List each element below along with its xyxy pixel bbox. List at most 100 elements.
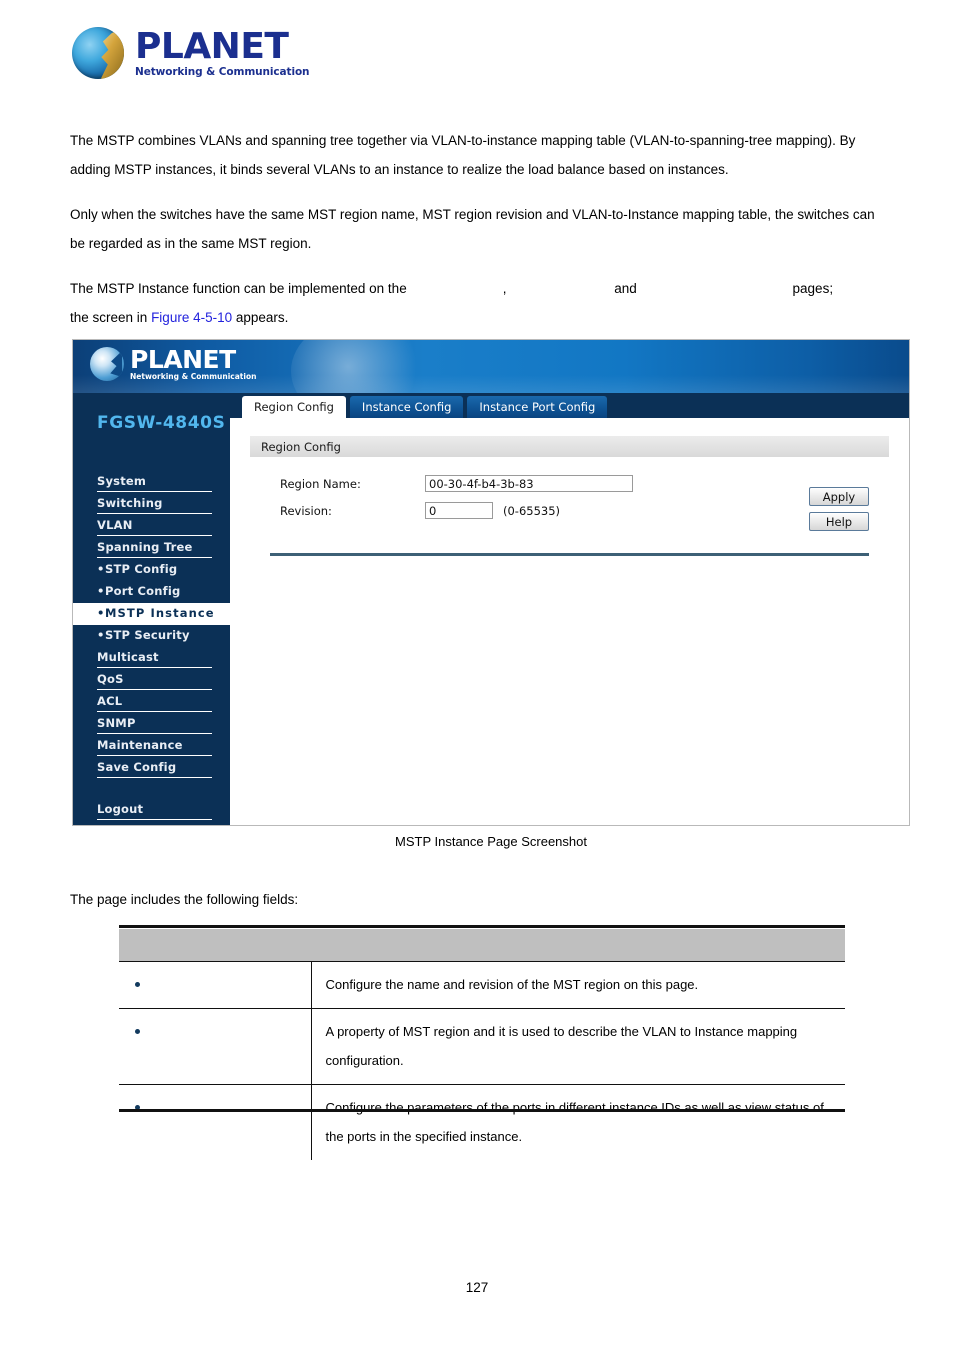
field-description-cell: A property of MST region and it is used … (311, 1007, 845, 1084)
sidebar-item-stp-security[interactable]: •STP Security (73, 625, 230, 647)
screen-prefix: the screen in (70, 310, 148, 325)
implemented-comma: , (502, 281, 507, 296)
tab-label: Instance Config (361, 400, 452, 414)
switch-content-area: Region Config Instance Config Instance P… (230, 393, 909, 825)
form-button-column: Apply Help (789, 475, 889, 531)
help-button[interactable]: Help (809, 512, 869, 531)
tab-label: Instance Port Config (479, 400, 596, 414)
table-bottom-rule (119, 1109, 845, 1112)
figure-caption: MSTP Instance Page Screenshot (72, 834, 910, 849)
switch-ui-screenshot: PLANET Networking & Communication FGSW-4… (72, 339, 910, 826)
bullet-icon (135, 1028, 140, 1034)
sidebar-item-label: Maintenance (97, 738, 183, 752)
sidebar-item-system[interactable]: System (73, 471, 230, 493)
table-row: A property of MST region and it is used … (119, 1007, 845, 1084)
field-description-cell: Configure the name and revision of the M… (311, 960, 845, 1008)
region-config-panel: Region Config Region Name: Revision: (0-… (230, 418, 909, 556)
column-header-description (311, 929, 845, 961)
switch-banner-logo: PLANET Networking & Communication (90, 347, 256, 381)
sidebar-item-maintenance[interactable]: Maintenance (73, 735, 230, 757)
implemented-prefix: The MSTP Instance function can be implem… (70, 281, 407, 296)
switch-brand-name: PLANET (130, 345, 236, 375)
device-model-label: FGSW-4840S (97, 413, 226, 433)
brand-tagline: Networking & Communication (135, 65, 310, 78)
sidebar-item-label: Save Config (97, 760, 177, 774)
switch-brand-tagline: Networking & Communication (130, 372, 257, 382)
panel-divider (270, 553, 869, 556)
sidebar-item-logout[interactable]: Logout (73, 799, 230, 821)
sidebar-item-label: QoS (97, 672, 124, 686)
sidebar-item-label: Spanning Tree (97, 540, 193, 554)
implemented-and: and (614, 281, 637, 296)
field-name-cell (119, 960, 312, 1008)
field-description-cell: Configure the parameters of the ports in… (311, 1083, 845, 1160)
switch-ui-body: FGSW-4840S System Switching VLAN Spannin… (73, 393, 909, 825)
table-row: Configure the parameters of the ports in… (119, 1083, 845, 1160)
sidebar-item-label: System (97, 474, 147, 488)
sidebar-item-label: STP Config (105, 562, 178, 576)
figure-link[interactable]: Figure 4-5-10 (151, 310, 232, 325)
paragraph-1: The MSTP combines VLANs and spanning tre… (70, 133, 856, 177)
sidebar-menu: System Switching VLAN Spanning Tree •STP… (73, 471, 230, 821)
planet-logo-header: PLANET Networking & Communication (72, 26, 372, 80)
sidebar-item-spanning-tree[interactable]: Spanning Tree (73, 537, 230, 559)
table-row: Configure the name and revision of the M… (119, 960, 845, 1008)
region-name-input[interactable] (425, 475, 633, 492)
tab-region-config[interactable]: Region Config (242, 396, 346, 418)
column-header-object (119, 929, 311, 961)
switch-banner: PLANET Networking & Communication (73, 340, 909, 393)
figure-caption-text: MSTP Instance Page Screenshot (395, 834, 587, 849)
field-name-cell (119, 1083, 312, 1160)
implemented-suffix: pages; (792, 281, 834, 296)
tab-instance-config[interactable]: Instance Config (349, 396, 464, 418)
sidebar-item-label: MSTP Instance (105, 606, 215, 620)
sidebar-item-switching[interactable]: Switching (73, 493, 230, 515)
sidebar-item-acl[interactable]: ACL (73, 691, 230, 713)
panel-title: Region Config (250, 436, 889, 457)
bullet-icon: • (97, 584, 105, 598)
revision-row: Revision: (0-65535) (280, 502, 789, 519)
sidebar-item-multicast[interactable]: Multicast (73, 647, 230, 669)
sidebar-item-vlan[interactable]: VLAN (73, 515, 230, 537)
bullet-icon (135, 981, 140, 987)
tab-label: Region Config (254, 400, 334, 414)
fields-table-body: Configure the name and revision of the M… (119, 960, 845, 1160)
tab-instance-port-config[interactable]: Instance Port Config (467, 396, 608, 418)
paragraph-2: Only when the switches have the same MST… (70, 207, 875, 251)
revision-range-hint: (0-65535) (503, 503, 561, 518)
sidebar-item-label: STP Security (105, 628, 190, 642)
planet-globe-icon (72, 27, 124, 79)
sidebar-item-snmp[interactable]: SNMP (73, 713, 230, 735)
table-header-row (119, 929, 845, 961)
bullet-icon: • (97, 562, 105, 576)
revision-input[interactable] (425, 502, 493, 519)
document-body: The MSTP combines VLANs and spanning tre… (70, 126, 890, 332)
brand-name: PLANET (135, 25, 289, 67)
fields-table: Configure the name and revision of the M… (119, 929, 845, 1160)
fields-lead-in: The page includes the following fields: (70, 892, 299, 907)
sidebar-item-label: Switching (97, 496, 163, 510)
paragraph-3: The MSTP Instance function can be implem… (70, 274, 890, 332)
sidebar-item-label: Port Config (105, 584, 181, 598)
fields-table-head (119, 929, 845, 961)
region-name-row: Region Name: (280, 475, 789, 492)
sidebar-item-port-config[interactable]: •Port Config (73, 581, 230, 603)
region-config-form: Region Name: Revision: (0-65535) Apply H… (250, 457, 889, 531)
planet-globe-icon-small (90, 347, 124, 381)
sidebar-item-label: ACL (97, 694, 123, 708)
region-name-label: Region Name: (280, 476, 361, 491)
sidebar-item-mstp-instance[interactable]: •MSTP Instance (73, 603, 230, 625)
table-top-rule (119, 925, 845, 928)
revision-label: Revision: (280, 503, 332, 518)
sidebar-item-label: Multicast (97, 650, 159, 664)
sidebar-item-save-config[interactable]: Save Config (73, 757, 230, 779)
planet-logo-text: PLANET Networking & Communication (135, 25, 310, 78)
sidebar-item-qos[interactable]: QoS (73, 669, 230, 691)
page-number: 127 (465, 1280, 489, 1295)
sidebar-item-label: Logout (97, 802, 144, 816)
apply-button[interactable]: Apply (809, 487, 869, 506)
field-name-cell (119, 1007, 312, 1084)
sidebar-item-stp-config[interactable]: •STP Config (73, 559, 230, 581)
bullet-icon: • (97, 628, 105, 642)
